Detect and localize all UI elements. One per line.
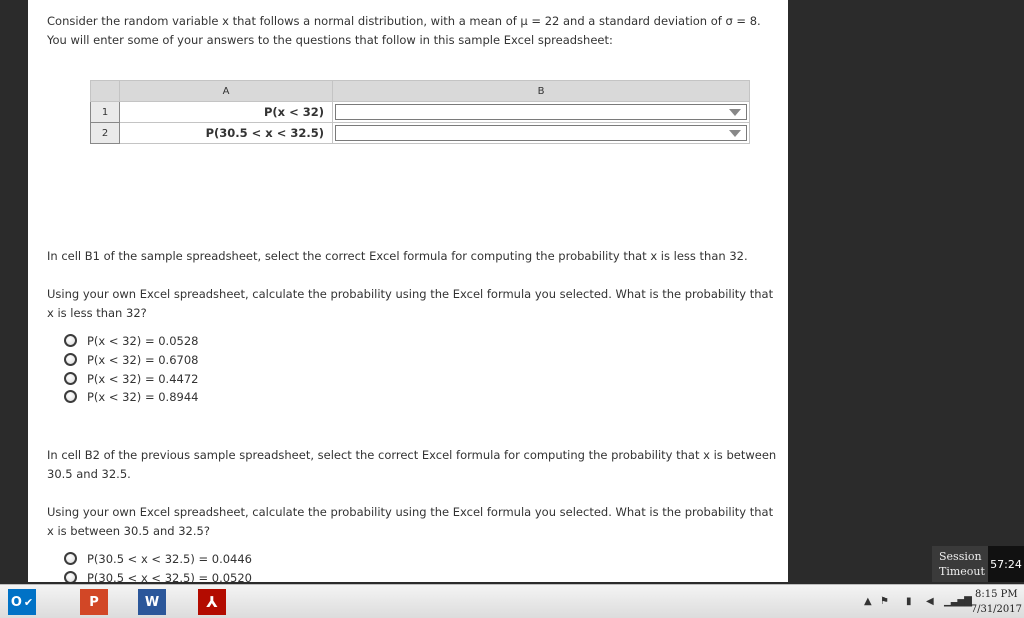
signal-icon[interactable]: ▁▃▅▇ <box>944 596 972 607</box>
q2-option-label: P(30.5 < x < 32.5) = 0.0446 <box>87 551 253 566</box>
sample-spreadsheet: A B 1 P(x < 32) 2 P(30.5 < x < 32.5) <box>90 80 750 144</box>
q1-option-label: P(x < 32) = 0.6708 <box>87 352 199 367</box>
q1-instruction: In cell B1 of the sample spreadsheet, se… <box>47 249 748 263</box>
radio-button[interactable] <box>64 353 77 366</box>
outlook-icon[interactable]: O ✔ <box>8 589 36 615</box>
radio-button[interactable] <box>64 552 77 565</box>
taskbar: O ✔ P W ⅄ ▲ ⚑ ▮ ◀ ▁▃▅▇ 8:15 PM 7/31/2017 <box>0 584 1024 618</box>
row-number-1: 1 <box>90 101 120 123</box>
q1-option[interactable]: P(x < 32) = 0.4472 <box>64 369 198 388</box>
powerpoint-letter: P <box>89 594 99 610</box>
q1-option-label: P(x < 32) = 0.0528 <box>87 333 199 348</box>
cell-b2 <box>332 122 750 144</box>
tray-expand-icon[interactable]: ▲ <box>864 596 872 607</box>
acrobat-glyph: ⅄ <box>206 593 218 611</box>
q2-option-label: P(30.5 < x < 32.5) = 0.0520 <box>87 570 253 583</box>
formula-dropdown-b2[interactable] <box>335 125 747 141</box>
row-number-2: 2 <box>90 122 120 144</box>
sheet-corner <box>90 80 120 102</box>
cell-a1: P(x < 32) <box>119 101 333 123</box>
q1-option-label: P(x < 32) = 0.4472 <box>87 371 199 386</box>
taskbar-clock[interactable]: 8:15 PM 7/31/2017 <box>971 587 1022 617</box>
cell-b1 <box>332 101 750 123</box>
q1-option-label: P(x < 32) = 0.8944 <box>87 389 199 404</box>
q1-option[interactable]: P(x < 32) = 0.8944 <box>64 387 198 406</box>
check-icon: ✔ <box>23 595 34 609</box>
chevron-down-icon <box>729 130 741 137</box>
column-header-a: A <box>119 80 333 102</box>
session-timeout-timer: 57:24 <box>988 546 1024 582</box>
q1-option[interactable]: P(x < 32) = 0.0528 <box>64 331 198 350</box>
cell-a2: P(30.5 < x < 32.5) <box>119 122 333 144</box>
clock-date: 7/31/2017 <box>970 604 1022 615</box>
powerpoint-icon[interactable]: P <box>80 589 108 615</box>
chevron-down-icon <box>729 109 741 116</box>
question-panel: Consider the random variable x that foll… <box>28 0 788 582</box>
acrobat-icon[interactable]: ⅄ <box>198 589 226 615</box>
q1-option[interactable]: P(x < 32) = 0.6708 <box>64 350 198 369</box>
intro-text: Consider the random variable x that foll… <box>47 14 761 47</box>
word-icon[interactable]: W <box>138 589 166 615</box>
session-timeout: Session Timeout 57:24 <box>932 546 1024 582</box>
formula-dropdown-b1[interactable] <box>335 104 747 120</box>
column-header-b: B <box>332 80 750 102</box>
radio-button[interactable] <box>64 571 77 582</box>
battery-icon[interactable]: ▮ <box>906 596 912 607</box>
session-timeout-label: Session Timeout <box>939 550 985 578</box>
q1-question: Using your own Excel spreadsheet, calcul… <box>47 287 774 320</box>
radio-button[interactable] <box>64 390 77 403</box>
radio-button[interactable] <box>64 372 77 385</box>
outlook-letter: O <box>10 594 22 610</box>
q2-option[interactable]: P(30.5 < x < 32.5) = 0.0446 <box>64 549 252 568</box>
word-letter: W <box>144 594 160 610</box>
q2-instruction: In cell B2 of the previous sample spread… <box>47 448 777 481</box>
clock-time: 8:15 PM <box>975 589 1018 600</box>
flag-icon[interactable]: ⚑ <box>880 596 889 607</box>
volume-icon[interactable]: ◀ <box>926 596 934 607</box>
q2-option[interactable]: P(30.5 < x < 32.5) = 0.0520 <box>64 568 252 582</box>
q2-question: Using your own Excel spreadsheet, calcul… <box>47 505 774 538</box>
radio-button[interactable] <box>64 334 77 347</box>
